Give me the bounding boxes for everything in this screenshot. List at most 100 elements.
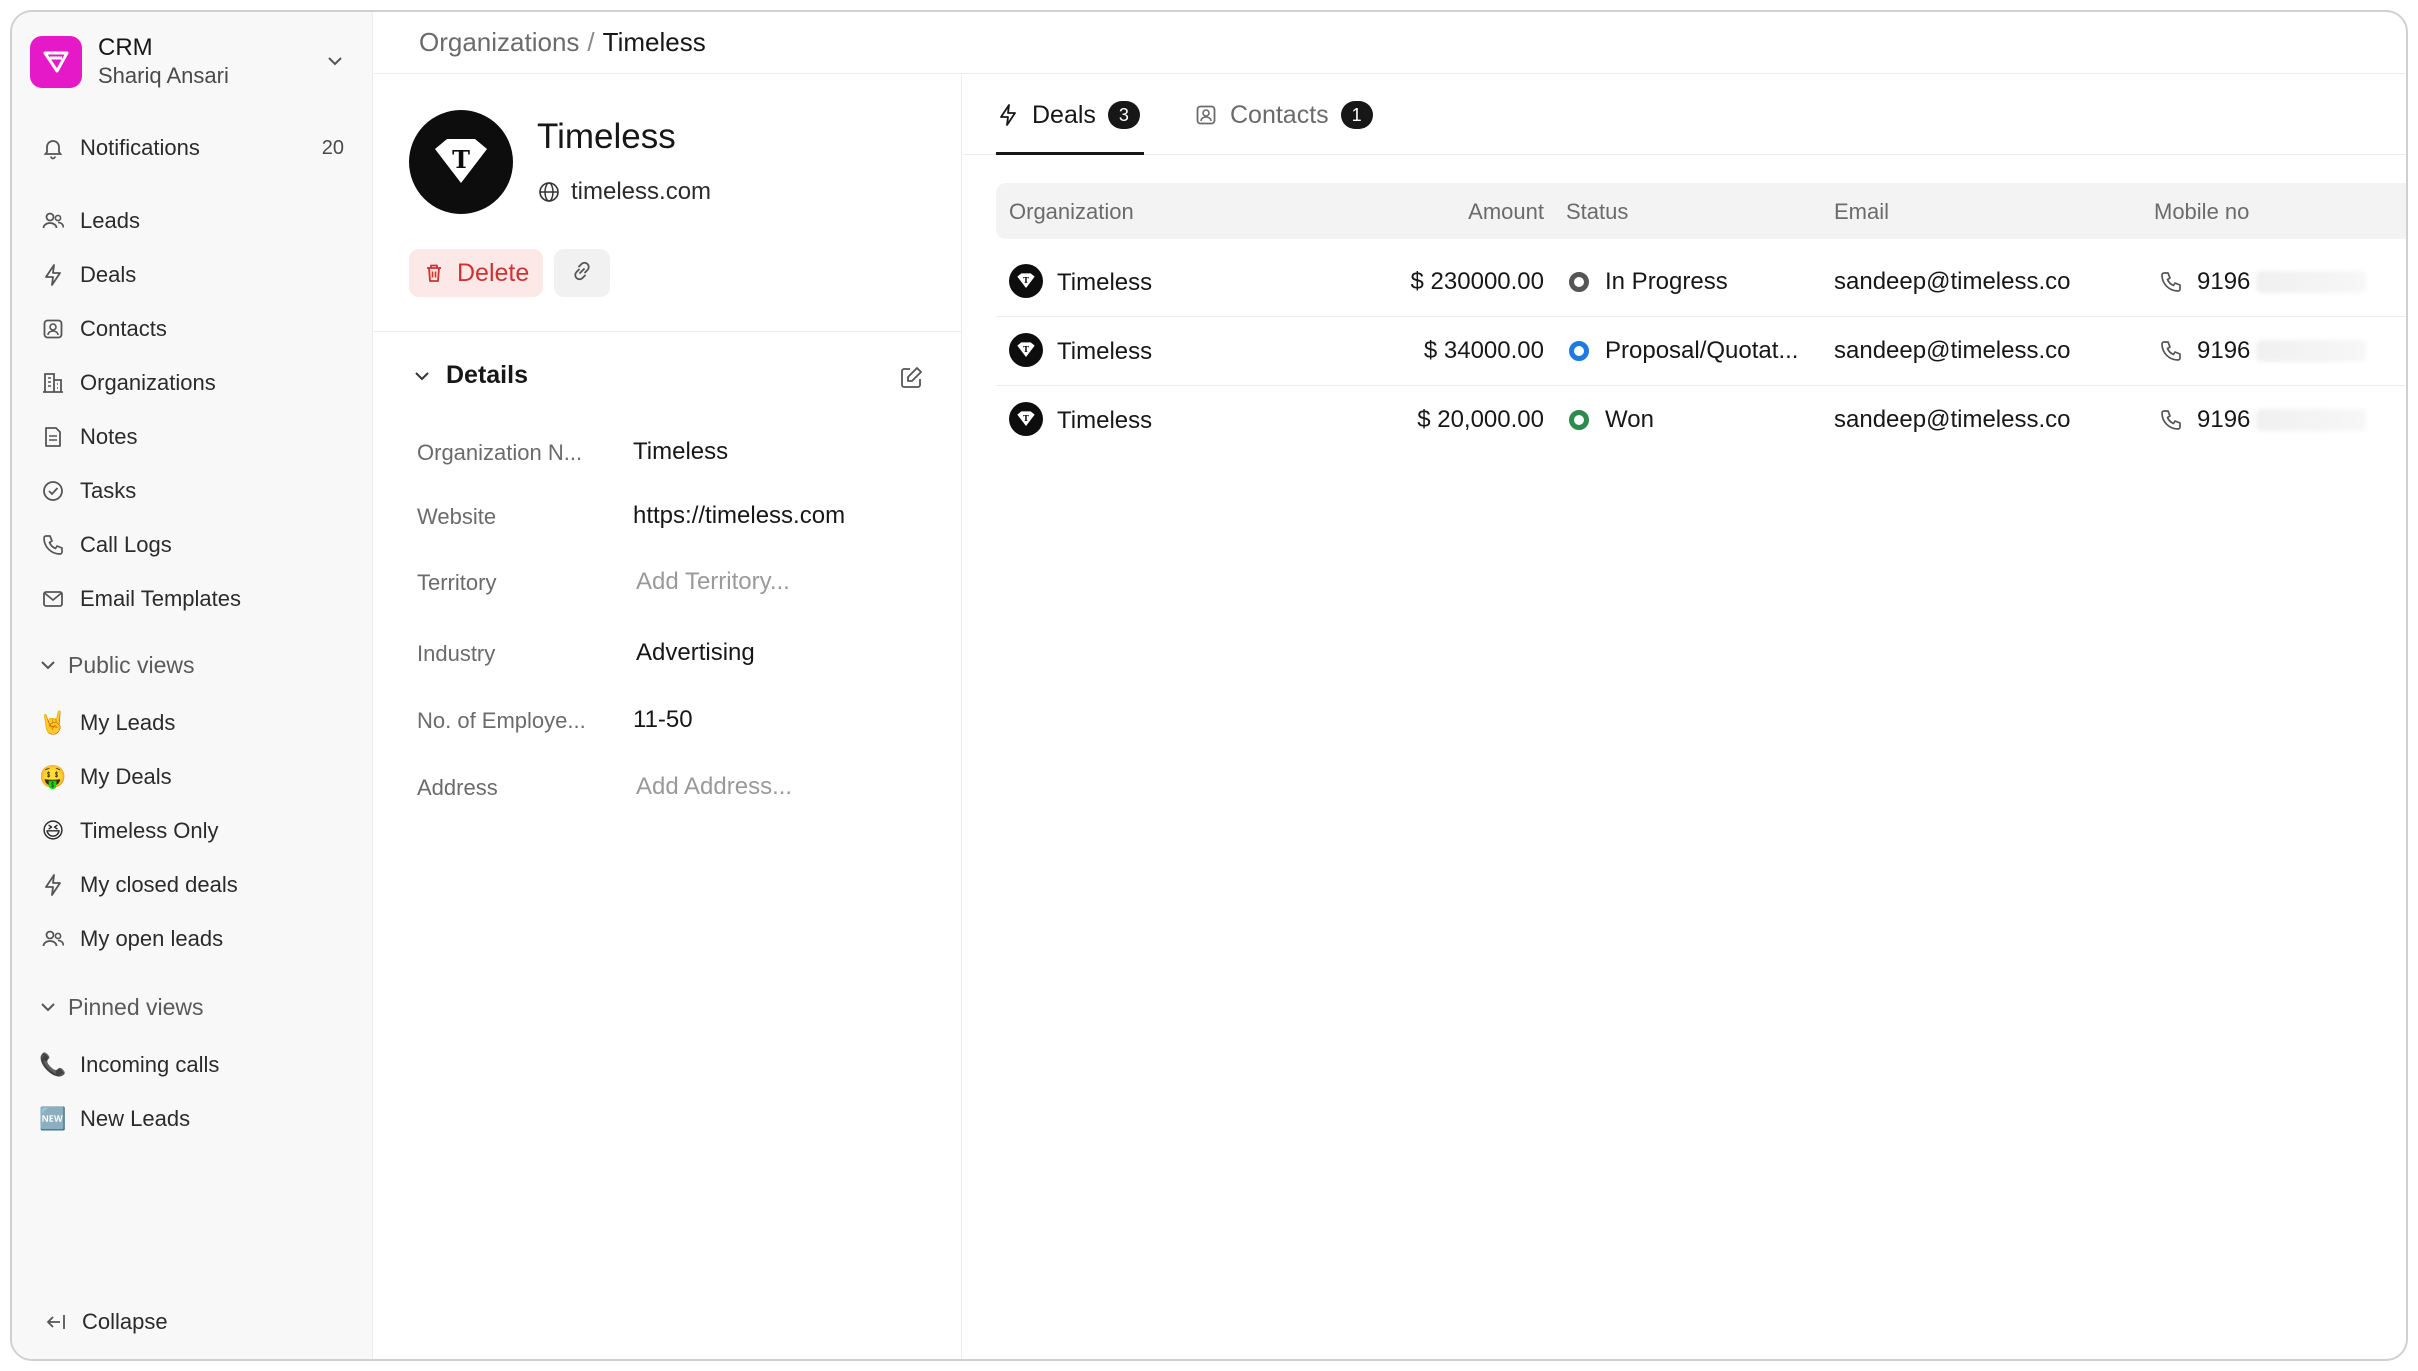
table-row[interactable]: T Timeless $ 230000.00 In Progress sande… (996, 249, 2406, 317)
money-face-emoji-icon: 🤑 (39, 764, 67, 789)
field-label-territory: Territory (417, 570, 497, 595)
status-text: Won (1605, 406, 1654, 433)
chevron-down-icon (38, 655, 58, 675)
collapse-label: Collapse (82, 1309, 168, 1334)
industry-select[interactable]: Advertising (636, 639, 755, 667)
column-header-amount[interactable]: Amount (1468, 199, 1544, 225)
sidebar-item-call-logs[interactable]: Call Logs (26, 522, 358, 568)
rock-on-emoji-icon: 🤘 (39, 710, 67, 735)
user-name: Shariq Ansari (98, 63, 229, 88)
telephone-receiver-emoji-icon: 📞 (39, 1052, 67, 1077)
copy-link-button[interactable] (554, 249, 610, 297)
column-header-status[interactable]: Status (1566, 199, 1628, 225)
sidebar-item-my-closed-deals[interactable]: My closed deals (26, 862, 358, 908)
organization-detail-panel: T Timeless timeless.com Delete Details O… (374, 75, 962, 1359)
cell-amount: $ 20,000.00 (1417, 406, 1544, 433)
breadcrumb-separator: / (587, 27, 595, 57)
users-icon (40, 926, 66, 952)
contact-card-icon (40, 316, 66, 342)
field-label-address: Address (417, 775, 498, 800)
employees-select[interactable]: 11-50 (633, 706, 693, 734)
cell-mobile: 9196 (2159, 268, 2367, 296)
sidebar-item-label: Notes (80, 424, 138, 449)
delete-label: Delete (457, 258, 530, 287)
territory-input[interactable]: Add Territory... (636, 568, 790, 596)
breadcrumb-current: Timeless (602, 27, 706, 57)
active-tab-indicator (996, 152, 1144, 155)
chevron-down-icon (412, 366, 432, 386)
sidebar-item-incoming-calls[interactable]: 📞 Incoming calls (26, 1042, 358, 1088)
sidebar-item-label: Contacts (80, 316, 167, 341)
organization-name: Timeless (1057, 269, 1153, 296)
cell-amount: $ 230000.00 (1410, 268, 1544, 295)
sidebar-item-label: Organizations (80, 370, 216, 395)
sidebar-item-label: New Leads (80, 1106, 191, 1131)
edit-details-button[interactable] (898, 365, 924, 396)
sidebar-item-new-leads[interactable]: 🆕 New Leads (26, 1096, 358, 1142)
phone-icon (2159, 339, 2183, 363)
sidebar-item-notes[interactable]: Notes (26, 414, 358, 460)
column-header-mobile[interactable]: Mobile no (2154, 199, 2249, 225)
breadcrumb: Organizations / Timeless (374, 12, 2406, 74)
details-section-toggle[interactable]: Details (412, 361, 528, 390)
table-row[interactable]: T Timeless $ 20,000.00 Won sandeep@timel… (996, 387, 2406, 455)
table-row[interactable]: T Timeless $ 34000.00 Proposal/Quotat...… (996, 318, 2406, 386)
field-value-organization-name[interactable]: Timeless (633, 438, 728, 466)
cell-email: sandeep@timeless.co (1834, 406, 2071, 433)
address-input[interactable]: Add Address... (636, 773, 792, 801)
contact-card-icon (1194, 103, 1218, 127)
sidebar-item-my-open-leads[interactable]: My open leads (26, 916, 358, 962)
sidebar-item-label: My open leads (80, 926, 224, 951)
sidebar-item-contacts[interactable]: Contacts (26, 306, 358, 352)
sidebar-item-timeless-only[interactable]: 😆 Timeless Only (26, 808, 358, 854)
collapse-sidebar-button[interactable]: Collapse (26, 1299, 356, 1345)
field-label-industry: Industry (417, 641, 496, 666)
tab-count-badge: 3 (1107, 101, 1140, 129)
link-icon (569, 258, 595, 289)
notification-count: 20 (321, 136, 344, 159)
trash-icon (423, 262, 445, 284)
lightning-icon (40, 262, 66, 288)
tab-contacts[interactable]: Contacts 1 (1194, 89, 1373, 141)
organization-logo[interactable]: T (409, 110, 513, 214)
sidebar-item-label: Notifications (80, 135, 200, 160)
status-indicator-icon (1569, 410, 1589, 430)
new-button-emoji-icon: 🆕 (39, 1106, 67, 1131)
mail-icon (40, 586, 66, 612)
workspace-switcher[interactable]: CRM Shariq Ansari (30, 30, 360, 94)
deals-panel: Deals 3 Contacts 1 Organization Amount S… (963, 75, 2406, 1359)
organization-website[interactable]: timeless.com (537, 178, 711, 206)
section-title: Public views (68, 651, 195, 678)
pinned-views-toggle[interactable]: Pinned views (26, 987, 356, 1027)
cell-status: Won (1569, 406, 1654, 434)
sidebar-item-my-deals[interactable]: 🤑 My Deals (26, 754, 358, 800)
field-value-website[interactable]: https://timeless.com (633, 502, 845, 530)
tab-deals[interactable]: Deals 3 (996, 89, 1140, 141)
section-title: Pinned views (68, 993, 204, 1020)
details-title: Details (446, 361, 528, 389)
cell-organization: T Timeless (1009, 402, 1152, 436)
cell-email: sandeep@timeless.co (1834, 337, 2071, 364)
organization-logo-icon: T (1009, 402, 1043, 436)
breadcrumb-organizations-link[interactable]: Organizations (419, 27, 579, 58)
column-header-email[interactable]: Email (1834, 199, 1889, 225)
column-header-organization[interactable]: Organization (1009, 199, 1134, 225)
laughing-emoji-icon: 😆 (41, 818, 65, 843)
svg-text:T: T (1023, 344, 1029, 354)
sidebar-item-notifications[interactable]: Notifications 20 (26, 125, 358, 171)
divider (374, 331, 961, 332)
sidebar-item-label: Call Logs (80, 532, 172, 557)
sidebar-item-deals[interactable]: Deals (26, 252, 358, 298)
sidebar-item-label: Timeless Only (80, 818, 219, 843)
svg-text:T: T (1023, 275, 1029, 285)
sidebar-item-email-templates[interactable]: Email Templates (26, 576, 358, 622)
mobile-number: 9196 (2197, 406, 2251, 433)
sidebar-item-my-leads[interactable]: 🤘 My Leads (26, 700, 358, 746)
sidebar-item-tasks[interactable]: Tasks (26, 468, 358, 514)
public-views-toggle[interactable]: Public views (26, 645, 356, 685)
mobile-number: 9196 (2197, 268, 2251, 295)
sidebar-item-leads[interactable]: Leads (26, 198, 358, 244)
delete-button[interactable]: Delete (409, 249, 544, 297)
sidebar-item-organizations[interactable]: Organizations (26, 360, 358, 406)
sidebar-item-label: My Deals (80, 764, 172, 789)
